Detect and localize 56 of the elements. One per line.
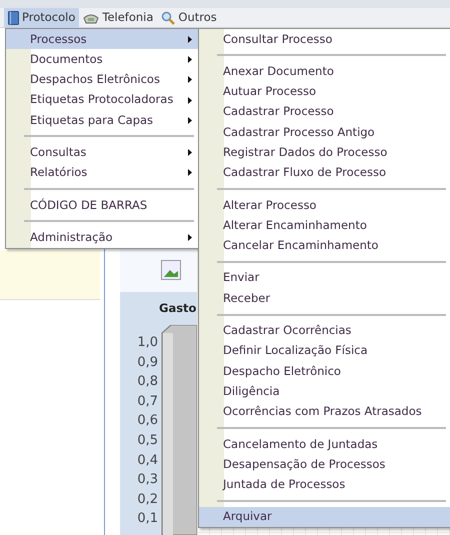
- menu-item[interactable]: Anexar Documento: [199, 61, 450, 82]
- menu-item[interactable]: Cadastrar Processo: [199, 102, 450, 122]
- menu-item[interactable]: Enviar: [199, 268, 450, 288]
- menu-item[interactable]: Definir Localização Física: [199, 340, 450, 362]
- phone-icon: [83, 12, 100, 24]
- broken-image-icon: [161, 260, 181, 280]
- menu-bar-item[interactable]: Protocolo: [4, 8, 80, 28]
- menu-item[interactable]: Relatórios: [6, 162, 198, 184]
- axis-label: 0,8: [136, 373, 158, 392]
- submenu-arrow-icon: [188, 149, 192, 156]
- axis-label: 0,7: [136, 392, 158, 411]
- menu-bar-item[interactable]: Telefonia: [79, 8, 158, 28]
- axis-label: 0,3: [136, 471, 158, 490]
- axis-label: 0,6: [136, 412, 158, 430]
- menu-item[interactable]: Consultas: [6, 142, 198, 163]
- menu-item[interactable]: Cadastrar Processo Antigo: [199, 122, 450, 142]
- menu-item[interactable]: Alterar Processo: [199, 195, 450, 216]
- menu-item[interactable]: Cadastrar Ocorrências: [199, 320, 450, 341]
- menu-item[interactable]: Ocorrências com Prazos Atrasados: [199, 402, 450, 422]
- submenu-arrow-icon: [188, 169, 192, 176]
- menu-item[interactable]: Receber: [199, 288, 450, 309]
- menu-item[interactable]: Administração: [6, 227, 198, 248]
- axis-label: 0,2: [136, 490, 158, 509]
- submenu-arrow-icon: [188, 56, 192, 63]
- menu-item[interactable]: Documentos: [6, 49, 198, 70]
- chart-title: Gasto: [159, 300, 196, 317]
- axis-label: 0,4: [136, 452, 158, 470]
- submenu-arrow-icon: [188, 234, 192, 242]
- menu-item[interactable]: Autuar Processo: [199, 82, 450, 102]
- menu-item[interactable]: Cancelamento de Juntadas: [199, 434, 450, 454]
- axis-label: 0,1: [136, 510, 158, 528]
- menu-item[interactable]: Juntada de Processos: [199, 474, 450, 495]
- axis-label: 0,9: [136, 354, 158, 372]
- menu-item[interactable]: Registrar Dados do Processo: [199, 142, 450, 163]
- menu-bar-item[interactable]: Outros: [157, 8, 221, 28]
- menu-item[interactable]: Diligência: [199, 381, 450, 402]
- axis-label: 1,0: [136, 334, 158, 352]
- submenu-arrow-icon: [188, 116, 192, 124]
- submenu-arrow-icon: [188, 76, 192, 84]
- menu-item[interactable]: Processos: [6, 29, 198, 50]
- menu-item[interactable]: Consultar Processo: [199, 29, 450, 50]
- menu-item[interactable]: Alterar Encaminhamento: [199, 215, 450, 236]
- submenu-arrow-icon: [188, 96, 192, 104]
- menu-item[interactable]: Despachos Eletrônicos: [6, 70, 198, 90]
- submenu-arrow-icon: [188, 36, 192, 43]
- menu-item[interactable]: Cadastrar Fluxo de Processo: [199, 162, 450, 184]
- book-icon: [8, 11, 19, 25]
- menu-item[interactable]: Cancelar Encaminhamento: [199, 236, 450, 256]
- menu-item[interactable]: Despacho Eletrônico: [199, 361, 450, 382]
- menu-item[interactable]: Desapensação de Processos: [199, 454, 450, 475]
- menu-item[interactable]: Etiquetas Protocoladoras: [6, 90, 198, 110]
- axis-label: 0,5: [136, 432, 158, 450]
- menu-item[interactable]: CÓDIGO DE BARRAS: [6, 195, 198, 216]
- search-icon: [161, 11, 176, 25]
- menu-item[interactable]: Etiquetas para Capas: [6, 110, 198, 130]
- menu-item[interactable]: Arquivar: [199, 506, 450, 528]
